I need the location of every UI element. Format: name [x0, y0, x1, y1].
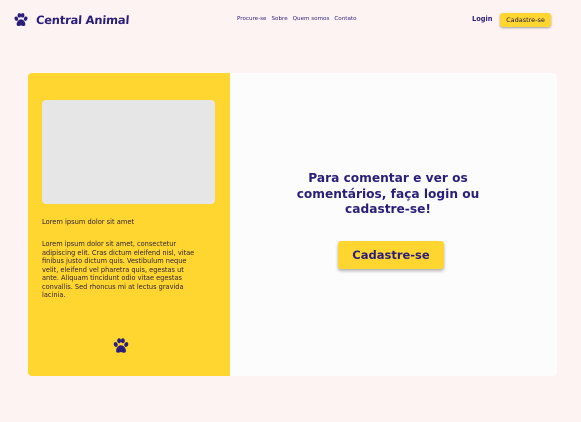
header-signup-button[interactable]: Cadastre-se — [500, 13, 551, 27]
post-card: Lorem ipsum dolor sit amet Lorem ipsum d… — [28, 73, 230, 376]
brand-logo[interactable]: Central Animal — [13, 11, 130, 29]
comments-login-prompt: Para comentar e ver os comentários, faça… — [296, 171, 480, 216]
login-link[interactable]: Login — [472, 15, 492, 23]
nav-link-quem-somos[interactable]: Quem somos — [293, 16, 330, 22]
post-body: Lorem ipsum dolor sit amet, consectetur … — [42, 240, 195, 299]
nav-link-contato[interactable]: Contato — [334, 16, 356, 22]
post-image — [42, 100, 215, 204]
post-title: Lorem ipsum dolor sit amet — [42, 218, 135, 226]
paw-icon — [113, 338, 129, 353]
nav-link-procure-se[interactable]: Procure-se — [237, 16, 267, 22]
nav-link-sobre[interactable]: Sobre — [272, 16, 288, 22]
brand-name: Central Animal — [35, 13, 130, 27]
comments-signup-button[interactable]: Cadastre-se — [338, 241, 444, 269]
comments-panel: Para comentar e ver os comentários, faça… — [230, 73, 557, 376]
main-nav: Procure-se Sobre Quem somos Contato — [237, 16, 357, 22]
navbar: Central Animal Procure-se Sobre Quem som… — [0, 0, 581, 40]
paw-icon — [14, 13, 28, 26]
